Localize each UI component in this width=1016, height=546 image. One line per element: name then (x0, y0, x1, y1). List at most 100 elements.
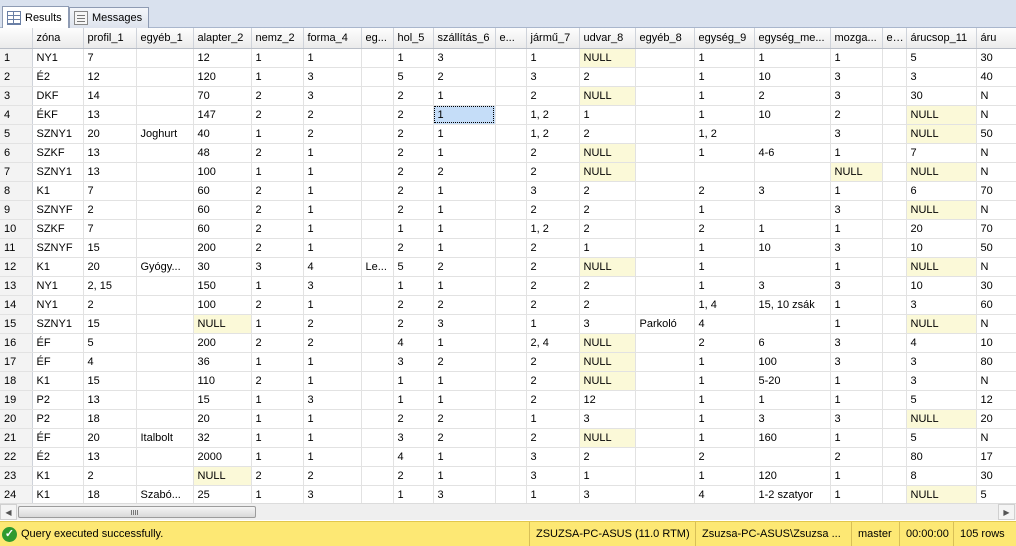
table-cell[interactable] (495, 67, 527, 87)
table-cell[interactable]: P2 (32, 390, 84, 410)
table-cell[interactable]: 4-6 (754, 143, 831, 163)
table-cell[interactable]: NULL (579, 371, 636, 391)
table-cell[interactable]: 1 (830, 390, 883, 410)
table-cell[interactable]: SZNY1 (32, 314, 84, 334)
table-cell[interactable]: 15 (193, 390, 252, 410)
table-cell[interactable]: 1-2 szatyor (754, 485, 831, 503)
table-cell[interactable]: 2 (393, 200, 434, 220)
table-cell[interactable]: 1 (433, 447, 496, 467)
scrollbar-thumb[interactable] (18, 506, 256, 518)
table-row[interactable]: 17 ÉF 4 36 1 1 3 2 2 NULL 1 100 3 3 80 (0, 352, 1016, 372)
table-cell[interactable]: 10 (906, 238, 977, 258)
table-cell[interactable] (361, 428, 394, 448)
row-number-cell[interactable]: 12 (0, 257, 33, 277)
row-number-cell[interactable]: 5 (0, 124, 33, 144)
table-cell[interactable] (495, 485, 527, 503)
table-cell[interactable] (882, 162, 907, 182)
column-header[interactable]: egyéb_8 (635, 28, 695, 49)
table-cell[interactable]: 20 (83, 428, 137, 448)
table-cell[interactable] (882, 181, 907, 201)
table-row[interactable]: 13 NY1 2, 15 150 1 3 1 1 2 2 1 3 3 10 30 (0, 276, 1016, 296)
table-cell[interactable]: 40 (976, 67, 1016, 87)
table-cell[interactable] (361, 485, 394, 503)
table-cell[interactable]: 2 (251, 86, 304, 106)
table-cell[interactable]: SZKF (32, 143, 84, 163)
table-cell[interactable] (136, 67, 194, 87)
table-cell[interactable] (361, 276, 394, 296)
table-cell[interactable]: 1 (303, 409, 362, 429)
table-cell[interactable]: 1, 2 (526, 124, 580, 144)
table-cell[interactable] (495, 428, 527, 448)
table-cell[interactable] (635, 238, 695, 258)
table-row[interactable]: 4 ÉKF 13 147 2 2 2 1 1, 2 1 1 10 2 NULL N (0, 105, 1016, 125)
table-cell[interactable] (361, 352, 394, 372)
table-cell[interactable] (361, 466, 394, 486)
table-cell[interactable]: 2 (393, 466, 434, 486)
table-cell[interactable] (882, 257, 907, 277)
table-cell[interactable]: 1 (830, 485, 883, 503)
table-cell[interactable]: SZNY1 (32, 124, 84, 144)
table-cell[interactable] (136, 295, 194, 315)
table-cell[interactable]: 18 (83, 409, 137, 429)
table-cell[interactable]: 3 (906, 67, 977, 87)
table-cell[interactable] (635, 409, 695, 429)
table-row[interactable]: 14 NY1 2 100 2 1 2 2 2 2 1, 4 15, 10 zsák 1 3 60 (0, 295, 1016, 315)
table-cell[interactable] (882, 67, 907, 87)
table-cell[interactable]: 2000 (193, 447, 252, 467)
table-cell[interactable] (882, 238, 907, 258)
table-cell[interactable] (635, 276, 695, 296)
table-cell[interactable]: 3 (754, 276, 831, 296)
table-cell[interactable] (495, 352, 527, 372)
table-cell[interactable] (635, 200, 695, 220)
table-cell[interactable]: 3 (830, 352, 883, 372)
table-cell[interactable]: 50 (976, 238, 1016, 258)
table-cell[interactable]: 2 (393, 409, 434, 429)
table-cell[interactable] (882, 466, 907, 486)
row-number-cell[interactable]: 3 (0, 86, 33, 106)
table-cell[interactable]: 1 (694, 276, 755, 296)
table-row[interactable]: 20 P2 18 20 1 1 2 2 1 3 1 3 3 NULL 20 (0, 409, 1016, 429)
table-cell[interactable]: 5 (906, 48, 977, 68)
table-cell[interactable] (635, 352, 695, 372)
table-cell[interactable]: NULL (906, 409, 977, 429)
table-cell[interactable] (361, 371, 394, 391)
row-number-cell[interactable]: 1 (0, 48, 33, 68)
table-cell[interactable]: 5 (906, 428, 977, 448)
table-cell[interactable]: 1 (251, 447, 304, 467)
table-cell[interactable]: 1 (830, 219, 883, 239)
table-cell[interactable] (495, 314, 527, 334)
table-cell[interactable]: 150 (193, 276, 252, 296)
table-cell[interactable] (361, 162, 394, 182)
table-cell[interactable]: NULL (579, 162, 636, 182)
table-cell[interactable]: 2 (526, 352, 580, 372)
table-cell[interactable]: 1 (694, 105, 755, 125)
table-cell[interactable]: 2 (393, 162, 434, 182)
table-cell[interactable]: K1 (32, 466, 84, 486)
table-cell[interactable]: 2 (433, 295, 496, 315)
table-cell[interactable]: 1 (393, 48, 434, 68)
table-cell[interactable]: 1 (303, 238, 362, 258)
column-header[interactable]: egyéb_1 (136, 28, 194, 49)
table-cell[interactable]: NULL (579, 86, 636, 106)
table-cell[interactable]: 2 (303, 466, 362, 486)
table-cell[interactable]: 1 (694, 466, 755, 486)
table-cell[interactable] (635, 428, 695, 448)
table-cell[interactable]: 120 (193, 67, 252, 87)
table-cell[interactable]: 1 (694, 48, 755, 68)
table-cell[interactable]: 48 (193, 143, 252, 163)
table-row[interactable]: 15 SZNY1 15 NULL 1 2 2 3 1 3 Parkoló 4 1 NULL N (0, 314, 1016, 334)
row-number-cell[interactable]: 10 (0, 219, 33, 239)
table-row[interactable]: 22 É2 13 2000 1 1 4 1 3 2 2 2 80 17 (0, 447, 1016, 467)
table-row[interactable]: 9 SZNYF 2 60 2 1 2 1 2 2 1 3 NULL N (0, 200, 1016, 220)
table-cell[interactable]: 70 (976, 219, 1016, 239)
table-cell[interactable]: 3 (754, 409, 831, 429)
table-row[interactable]: 21 ÉF 20 Italbolt 32 1 1 3 2 2 NULL 1 160 1 5 N (0, 428, 1016, 448)
table-cell[interactable]: 3 (830, 67, 883, 87)
column-header[interactable]: egység_9 (694, 28, 755, 49)
table-cell[interactable]: 15 (83, 371, 137, 391)
table-cell[interactable]: 1 (526, 48, 580, 68)
table-cell[interactable]: 30 (976, 48, 1016, 68)
table-cell[interactable] (136, 162, 194, 182)
table-cell[interactable]: 3 (303, 390, 362, 410)
table-cell[interactable]: SZNYF (32, 200, 84, 220)
